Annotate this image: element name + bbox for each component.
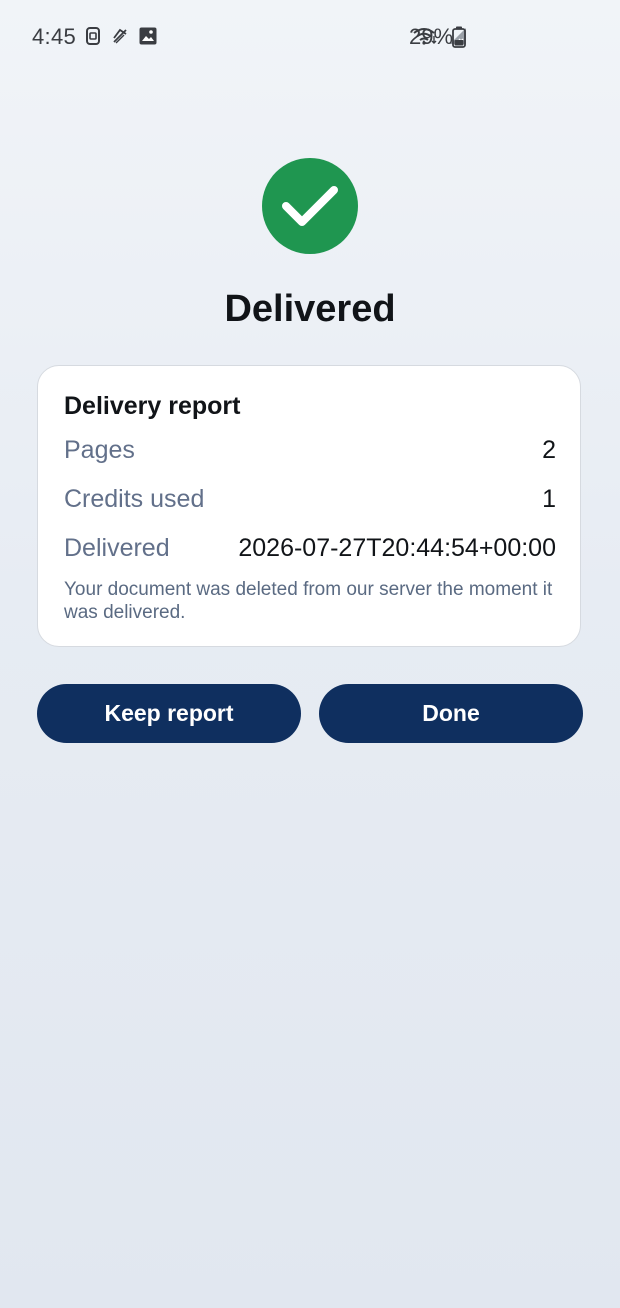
status-left-icons xyxy=(84,26,158,46)
page-title: Delivered xyxy=(224,288,396,330)
deletion-note: Your document was deleted from our serve… xyxy=(64,579,553,623)
sync-off-icon xyxy=(110,26,130,46)
report-row-credits: Credits used 1 xyxy=(64,485,556,519)
report-row-delivered: Delivered 2026-07-27T20:44:54+00:00 xyxy=(64,534,556,568)
row-label: Delivered xyxy=(64,534,170,562)
done-button[interactable]: Done xyxy=(319,684,583,743)
battery-percent: 29% xyxy=(409,24,454,49)
status-time: 4:45 xyxy=(32,24,77,49)
card-title: Delivery report xyxy=(64,392,241,420)
row-value: 1 xyxy=(542,485,556,513)
row-value: 2026-07-27T20:44:54+00:00 xyxy=(238,534,556,562)
report-row-pages: Pages 2 xyxy=(64,436,556,470)
success-check-icon xyxy=(262,158,358,254)
battery-icon xyxy=(452,26,466,53)
row-value: 2 xyxy=(542,436,556,464)
keep-report-button[interactable]: Keep report xyxy=(37,684,301,743)
status-bar: 4:45 29% xyxy=(0,0,620,74)
row-label: Credits used xyxy=(64,485,205,513)
delivery-report-card: Delivery report Pages 2 Credits used 1 D… xyxy=(37,365,581,647)
image-icon xyxy=(138,26,158,46)
row-label: Pages xyxy=(64,436,135,464)
sim-card-icon xyxy=(84,26,102,46)
